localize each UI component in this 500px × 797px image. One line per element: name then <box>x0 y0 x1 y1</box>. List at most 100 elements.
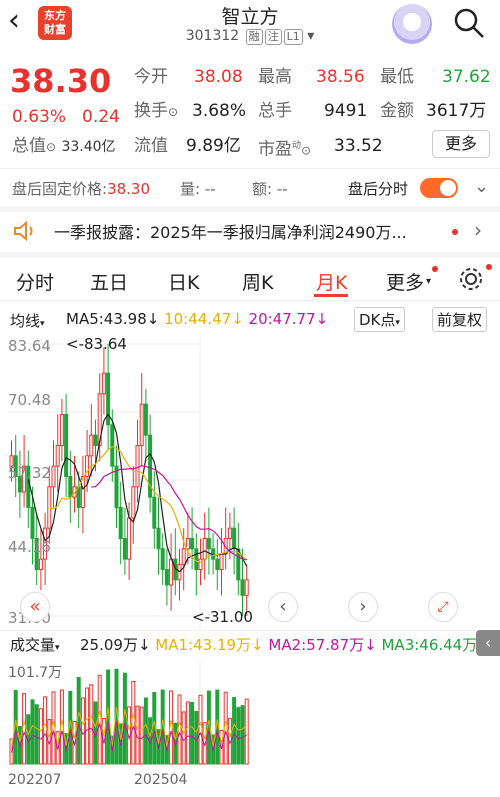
volume-bar <box>185 701 190 765</box>
low-value: 37.62 <box>442 67 491 87</box>
expand-icon[interactable]: ⤢ <box>428 592 458 622</box>
candle-body <box>131 486 136 519</box>
float-value: 9.89亿 <box>186 136 241 156</box>
high-value: 38.56 <box>316 67 365 87</box>
after-hours-amount: 额: -- <box>252 180 288 198</box>
candle-body <box>68 475 73 498</box>
candle-body <box>194 548 199 570</box>
tab-more[interactable]: 更多 <box>386 268 424 295</box>
after-hours-toggle[interactable] <box>420 178 458 198</box>
rewind-icon[interactable]: « <box>20 592 50 622</box>
volume-bar <box>34 704 39 765</box>
y-tick: 57.32 <box>8 464 51 482</box>
candle-body <box>55 444 60 467</box>
candle-body <box>164 568 169 586</box>
volume-values: 25.09万↓ MA1:43.19万↓ MA2:57.87万↓ MA3:46.4… <box>80 636 490 654</box>
volume-bar <box>139 706 144 765</box>
volume-bar <box>89 684 94 765</box>
high-label: 最高 <box>258 67 292 87</box>
y-tick: 70.48 <box>8 391 51 409</box>
x-label-end: 202504 <box>134 772 188 788</box>
candle-body <box>114 465 119 508</box>
news-ticker[interactable]: 一季报披露：2025年一季报归属净利润2490万... <box>54 219 407 243</box>
y-tick: 83.64 <box>8 337 51 355</box>
amount-label: 金额 <box>380 101 414 121</box>
mktcap-label: 总值⊙ 33.40亿 <box>12 136 116 156</box>
volume-bar <box>244 698 249 765</box>
candle-body <box>227 527 232 539</box>
volume-bar <box>240 705 245 765</box>
chevron-left-icon[interactable]: ‹ <box>268 592 298 622</box>
candle-body <box>135 444 140 488</box>
candle-body <box>198 558 203 570</box>
ma-selector[interactable]: 均线▾ <box>10 310 45 331</box>
candle-body <box>47 486 52 529</box>
candle-body <box>160 548 165 570</box>
candle-body <box>143 403 148 436</box>
turnover-label: 换手⊙ <box>134 101 179 121</box>
after-hours-timeshare-label: 盘后分时 <box>348 180 409 198</box>
candle-body <box>232 527 237 550</box>
candle-body <box>152 496 157 529</box>
volume-bar <box>232 697 237 765</box>
candle-body <box>30 506 35 539</box>
open-label: 今开 <box>134 67 168 87</box>
candle-body <box>110 424 115 467</box>
tab-monthly-k[interactable]: 月K <box>316 268 347 295</box>
volume-bar <box>30 699 35 765</box>
volume-bar <box>131 680 136 765</box>
tab-daily-k[interactable]: 日K <box>168 268 199 295</box>
candle-body <box>190 537 195 550</box>
candle-body <box>51 465 56 488</box>
y-tick: 44.16 <box>8 538 51 556</box>
candle-body <box>101 372 106 395</box>
assistant-robot-icon[interactable] <box>392 4 432 44</box>
volume-bar <box>38 708 43 765</box>
turnover-value: 3.68% <box>192 101 247 121</box>
candle-body <box>122 537 127 560</box>
chevron-right-icon[interactable]: › <box>474 218 482 242</box>
candle-body <box>127 517 132 560</box>
chart-high-marker: <-83.64 <box>66 335 127 353</box>
volume-max-label: 101.7万 <box>8 665 63 681</box>
candle-body <box>59 413 64 446</box>
collapse-panel-button[interactable]: ‹ <box>476 630 500 656</box>
pe-value: 33.52 <box>334 136 383 156</box>
candle-body <box>219 553 224 570</box>
candle-body <box>156 527 161 550</box>
candle-body <box>118 506 123 539</box>
tab-weekly-k[interactable]: 周K <box>242 268 273 295</box>
volume-bar <box>85 687 90 765</box>
tab-timeshare[interactable]: 分时 <box>16 268 54 295</box>
chevron-right-icon[interactable]: › <box>348 592 378 622</box>
search-icon[interactable] <box>452 6 486 40</box>
settings-dot <box>486 264 492 270</box>
open-value: 38.08 <box>194 67 243 87</box>
divider <box>0 630 500 631</box>
amount-value: 3617万 <box>426 101 487 121</box>
candle-body <box>38 558 43 570</box>
candle-body <box>64 413 69 477</box>
candlestick-chart[interactable] <box>0 334 500 630</box>
candle-body <box>202 537 207 560</box>
divider <box>0 300 500 301</box>
tab-five-day[interactable]: 五日 <box>90 268 128 295</box>
gear-icon[interactable] <box>458 266 484 292</box>
news-unread-dot <box>452 229 458 235</box>
candle-body <box>169 558 174 586</box>
more-button[interactable]: 更多 <box>432 130 490 158</box>
caret-down-icon: ▾ <box>426 276 432 287</box>
volume-selector[interactable]: 成交量▾ <box>10 634 60 655</box>
candle-body <box>240 579 245 596</box>
chevron-down-icon[interactable]: ⌄ <box>474 176 489 197</box>
candle-body <box>93 434 98 446</box>
volume-bar <box>198 694 203 765</box>
speaker-icon <box>14 220 33 242</box>
candle-body <box>206 537 211 550</box>
adjust-button[interactable]: 前复权 <box>432 307 488 332</box>
volume-bar <box>236 707 241 765</box>
volume-bar <box>43 696 48 765</box>
tab-underline <box>314 294 348 297</box>
volume-bar <box>177 694 182 765</box>
dk-point-button[interactable]: DK点▾ <box>354 307 405 332</box>
